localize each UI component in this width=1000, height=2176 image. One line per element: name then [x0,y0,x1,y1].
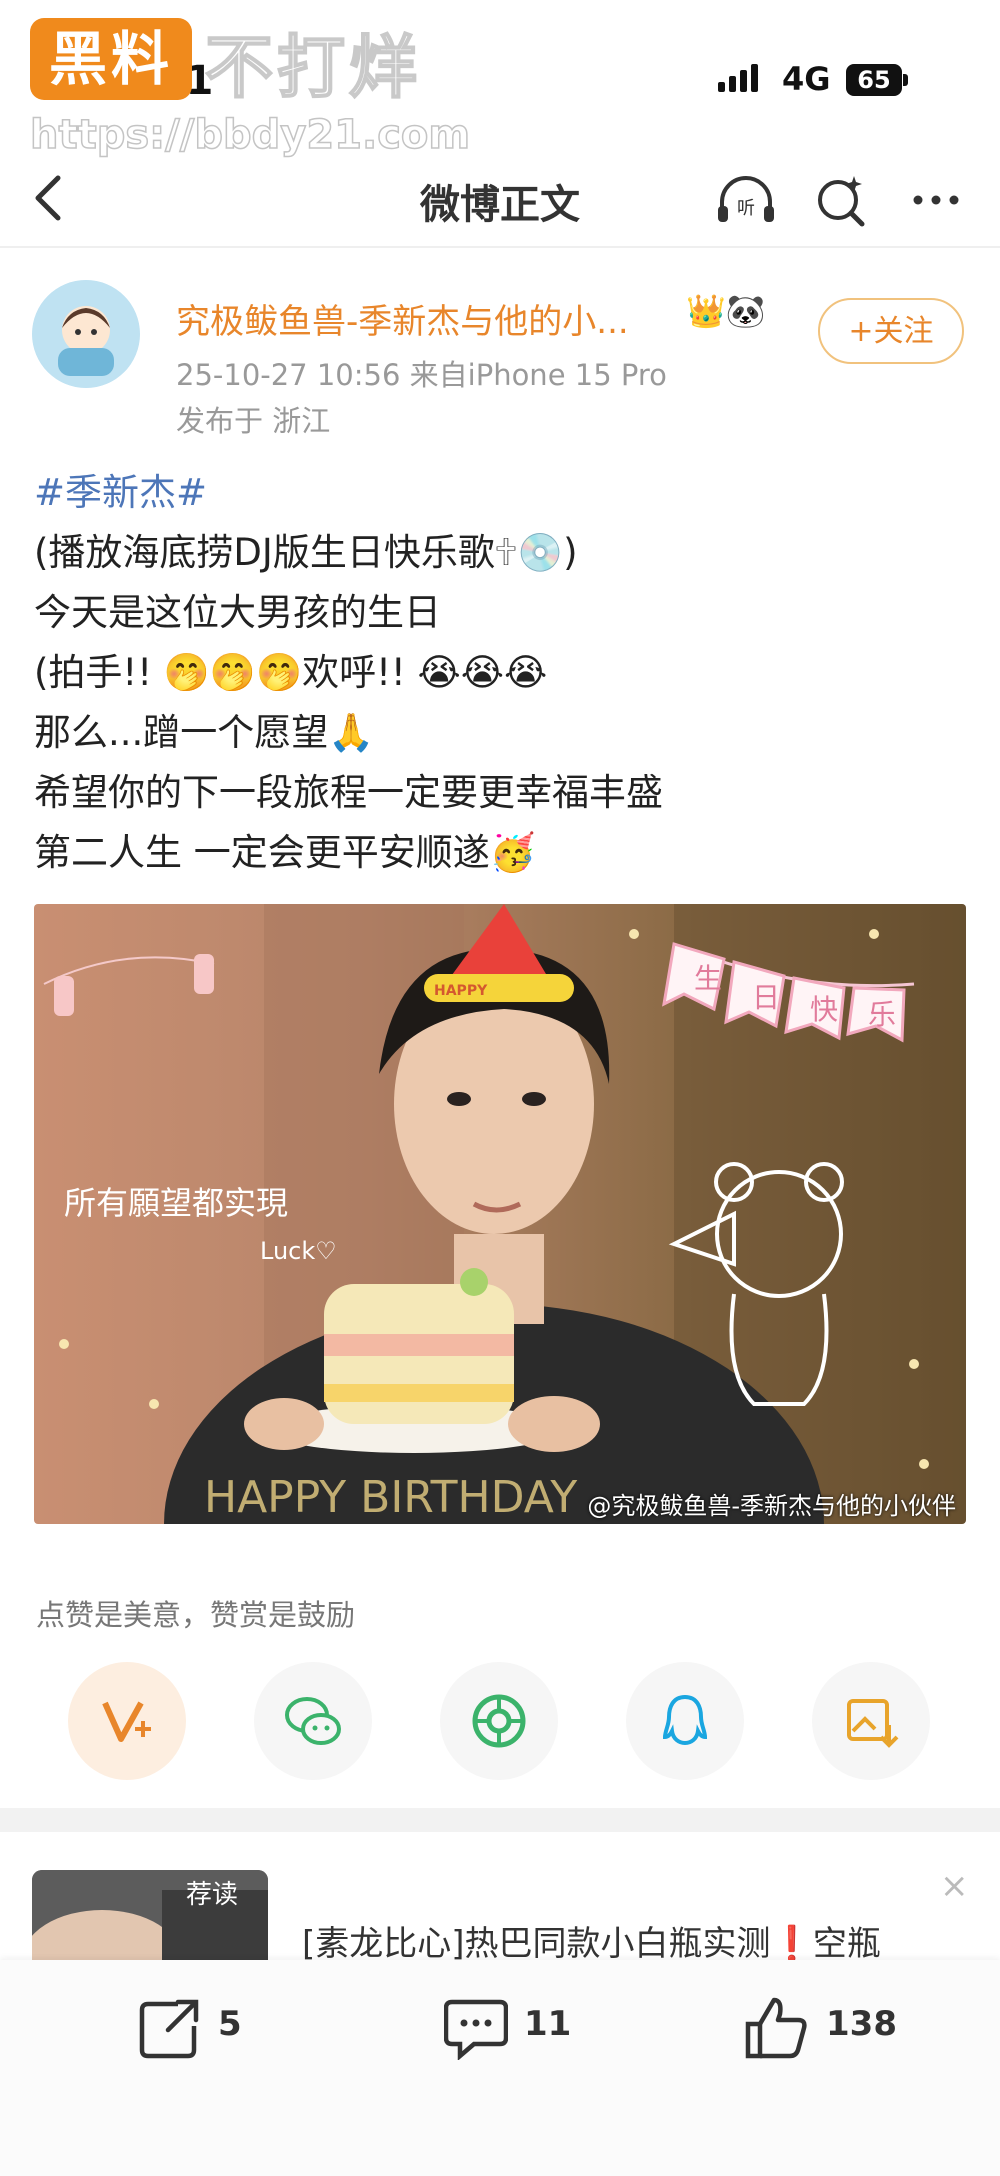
wechat-icon [285,1697,341,1745]
banner-char: 快 [810,993,838,1026]
watermark-badge: 黑料 [30,18,192,100]
moments-icon [472,1694,526,1748]
back-icon[interactable] [28,170,68,226]
search-spark-icon[interactable] [810,168,874,232]
signal-icon [718,64,762,92]
banner-char: 日 [752,981,780,1014]
close-icon[interactable]: × [940,1866,969,1906]
listen-icon[interactable]: 听 [714,168,778,232]
comment-count[interactable]: 11 [524,2004,571,2044]
post-location: 发布于 浙江 [176,404,331,438]
reward-v-icon [102,1701,151,1742]
save-image-button[interactable] [812,1662,930,1780]
follow-button[interactable]: +关注 [818,298,964,364]
qq-share-button[interactable] [626,1662,744,1780]
svg-text:听: 听 [737,198,755,219]
happy-birthday-text: HAPPY BIRTHDAY [204,1472,577,1523]
wish-text: 所有願望都实現 [64,1184,288,1222]
post-line: 今天是这位大男孩的生日 [34,591,441,634]
post-line: (播放海底捞DJ版生日快乐歌🕆💿) [34,531,578,574]
moments-share-button[interactable] [440,1662,558,1780]
repost-icon[interactable] [138,1996,202,2060]
like-count[interactable]: 138 [826,2004,897,2044]
repost-count[interactable]: 5 [218,2004,242,2044]
bottom-action-bar [0,1960,1000,2176]
post-meta: 25-10-27 10:56 来自iPhone 15 Pro [176,358,667,392]
wechat-share-button[interactable] [254,1662,372,1780]
banner-char: 乐 [868,998,896,1031]
post-line: 第二人生 一定会更平安顺遂🥳 [34,831,536,874]
watermark-text: 不打烊 [204,28,422,109]
banner-char: 生 [694,962,722,995]
qq-icon [662,1694,708,1746]
battery-tip [903,74,908,86]
post-photo[interactable]: 生 日 快 乐 所有願望都实現 Luck♡ HAPPY HAPPY BIRTHD… [34,904,966,1524]
save-image-icon [847,1699,899,1748]
recommend-title[interactable]: [素龙比心]热巴同款小白瓶实测❗空瓶 [302,1916,881,1965]
post-line: 那么...蹭一个愿望🙏 [34,711,375,754]
author-name[interactable]: 究极鲅鱼兽-季新杰与他的小... [176,294,629,343]
hat-text: HAPPY [434,983,488,999]
hashtag-link[interactable]: #季新杰# [34,462,207,516]
recommend-tag: 荐读 [186,1880,239,1910]
network-label: 4G [782,60,831,98]
like-icon[interactable] [744,1996,808,2060]
reward-hint: 点赞是美意，赞赏是鼓励 [36,1598,356,1632]
nav-divider [0,246,1000,248]
reward-button[interactable] [68,1662,186,1780]
section-separator [0,1808,1000,1832]
luck-text: Luck♡ [260,1237,337,1265]
photo-credit: @究极鲅鱼兽-季新杰与他的小伙伴 [587,1492,956,1520]
avatar[interactable] [32,280,140,388]
comment-icon[interactable] [444,1996,508,2060]
battery-icon: 65 [846,64,902,96]
post-line: 希望你的下一段旅程一定要更幸福丰盛 [34,771,663,814]
more-icon[interactable] [904,168,968,232]
crown-badge-icon: 👑🐼 [686,292,766,330]
watermark-url: https://bbdy21.com [29,111,471,159]
post-line: (拍手!! 🤭🤭🤭欢呼!! 😭😭😭 [34,651,548,694]
